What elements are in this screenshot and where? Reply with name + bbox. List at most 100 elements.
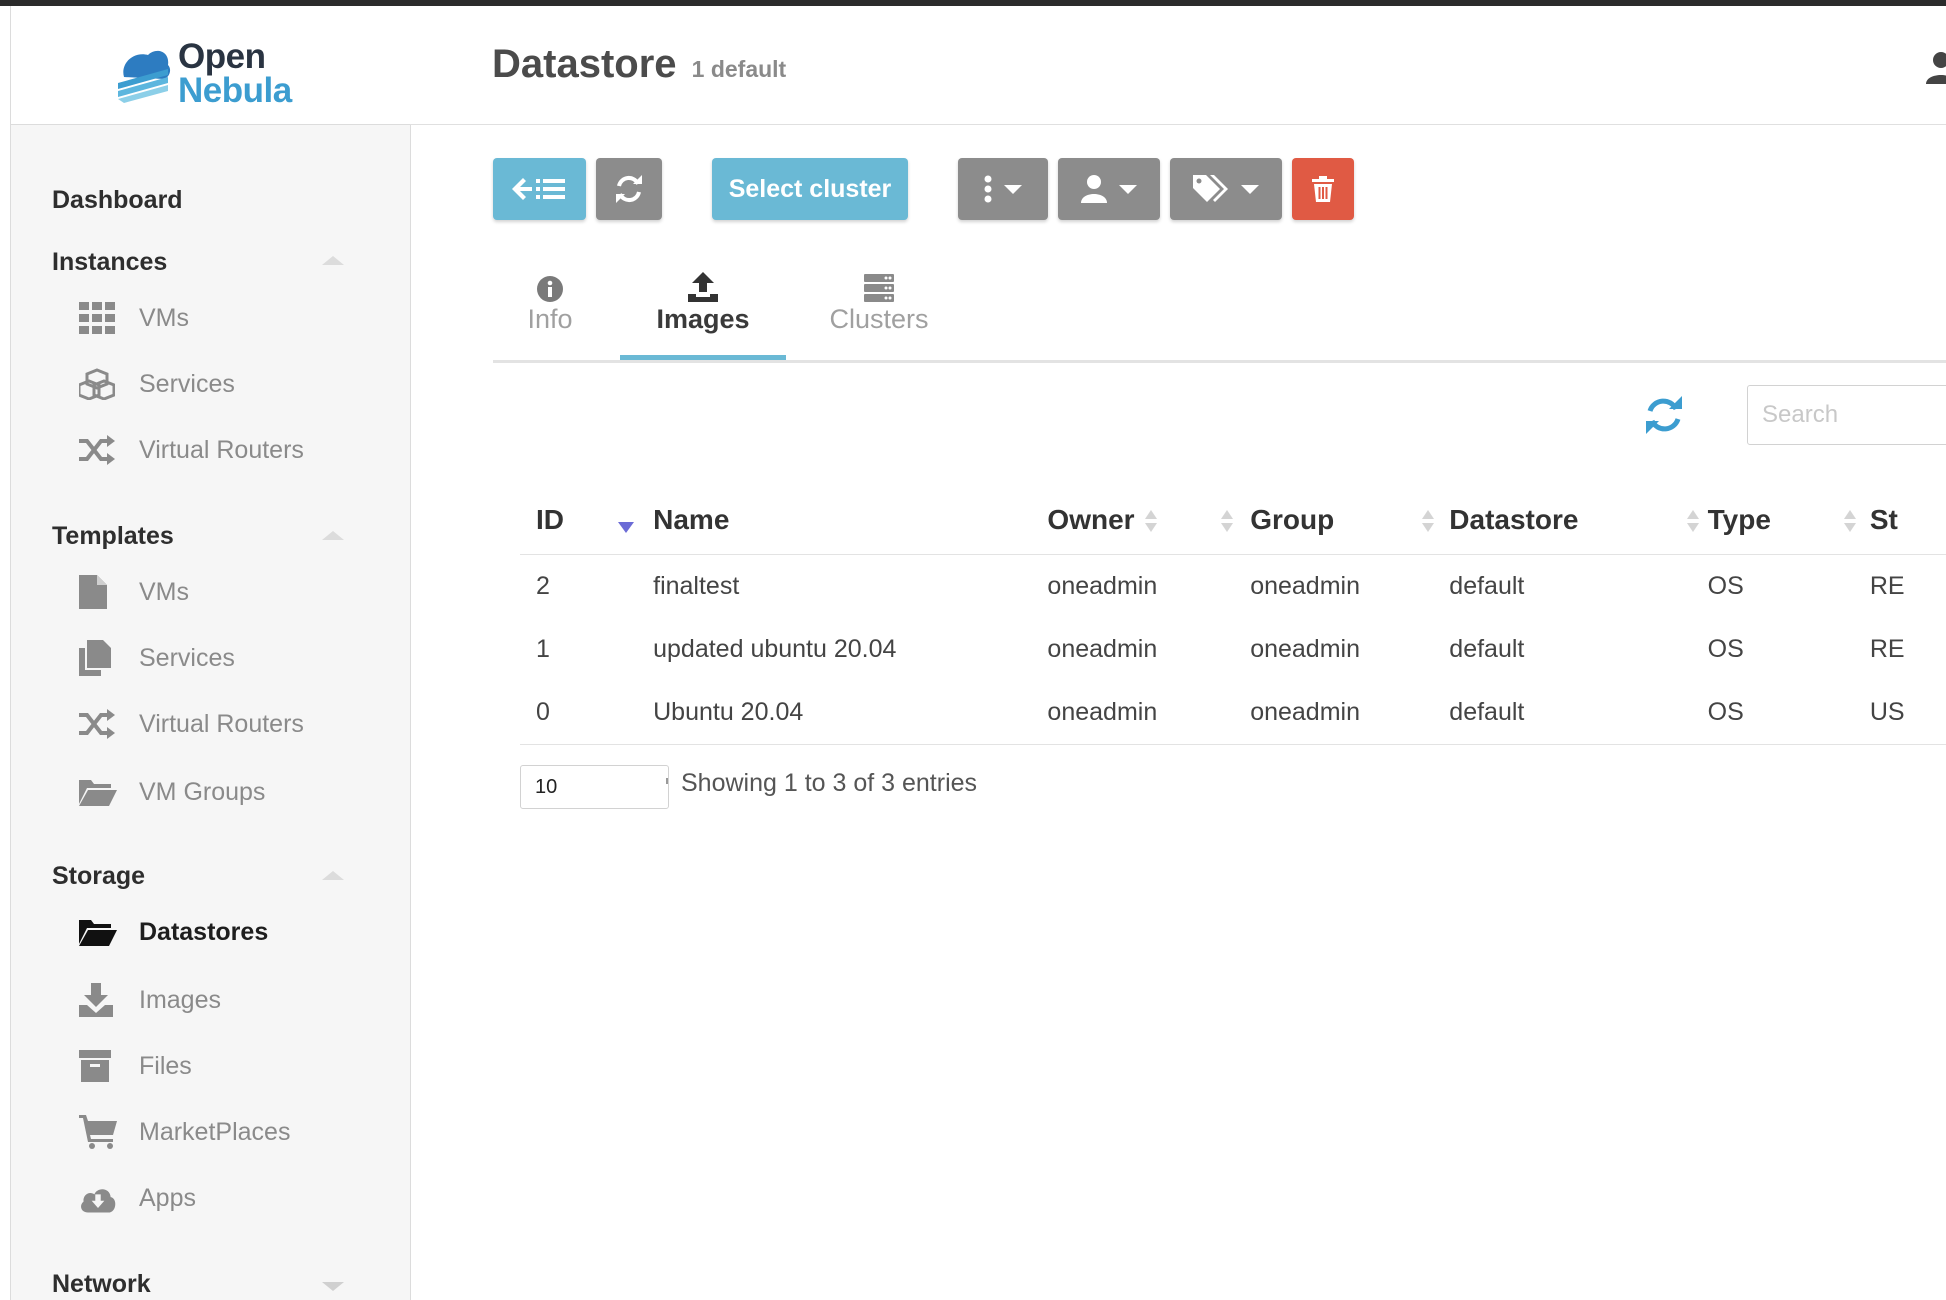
sidebar-item-label: Datastores bbox=[139, 917, 269, 946]
cell-status: US bbox=[1853, 681, 1946, 745]
chevron-down-icon bbox=[1004, 184, 1022, 194]
sidebar-item-instances-vms[interactable]: VMs bbox=[79, 298, 189, 338]
folder-open-icon bbox=[79, 915, 117, 949]
logo-area: Open Nebula bbox=[11, 6, 410, 125]
sidebar-item-label: Files bbox=[139, 1051, 192, 1080]
sidebar-item-dashboard[interactable]: Dashboard bbox=[52, 186, 183, 215]
refresh-icon bbox=[616, 175, 642, 203]
select-arrow-icon bbox=[666, 778, 668, 784]
tab-clusters[interactable]: Clusters bbox=[824, 270, 934, 360]
sidebar-item-datastores[interactable]: Datastores bbox=[79, 912, 268, 952]
sidebar-item-templates-vms[interactable]: VMs bbox=[79, 572, 189, 612]
collapse-instances-icon[interactable] bbox=[322, 256, 344, 265]
sort-icon bbox=[1221, 510, 1234, 534]
refresh-button[interactable] bbox=[596, 158, 662, 220]
sidebar-section-templates[interactable]: Templates bbox=[52, 522, 174, 551]
sidebar-section-instances[interactable]: Instances bbox=[52, 248, 167, 277]
cubes-icon bbox=[79, 367, 117, 401]
folder-open-icon bbox=[79, 775, 117, 809]
back-list-icon bbox=[511, 178, 565, 200]
sidebar-item-images[interactable]: Images bbox=[79, 980, 221, 1020]
logo-open-text: Open bbox=[178, 37, 266, 76]
sidebar-item-label: Services bbox=[139, 643, 235, 672]
tab-info[interactable]: Info bbox=[525, 270, 575, 360]
column-header-status[interactable]: St bbox=[1853, 486, 1946, 555]
sidebar-item-templates-virtual-routers[interactable]: Virtual Routers bbox=[79, 704, 304, 744]
files-icon bbox=[79, 640, 117, 676]
tab-info-label: Info bbox=[527, 304, 573, 334]
column-header-label: Name bbox=[653, 504, 730, 535]
cell-id: 0 bbox=[520, 681, 638, 745]
more-actions-dropdown[interactable] bbox=[958, 158, 1048, 220]
column-header-label: Datastore bbox=[1449, 504, 1579, 535]
column-header-datastore[interactable]: Datastore bbox=[1433, 486, 1700, 555]
expand-network-icon[interactable] bbox=[322, 1282, 344, 1291]
table-row[interactable]: 0 Ubuntu 20.04 oneadmin oneadmin default… bbox=[520, 681, 1946, 745]
cell-datastore: default bbox=[1449, 635, 1525, 663]
page-title-text: Datastore bbox=[492, 42, 677, 86]
cell-group: oneadmin bbox=[1250, 635, 1360, 663]
tags-icon bbox=[1193, 175, 1228, 202]
sidebar-item-templates-services[interactable]: Services bbox=[79, 638, 235, 678]
back-to-list-button[interactable] bbox=[493, 158, 586, 220]
cell-datastore: default bbox=[1449, 572, 1525, 600]
logo-nebula-text: Nebula bbox=[178, 71, 292, 110]
opennebula-logo[interactable]: Open Nebula bbox=[116, 37, 292, 110]
table-row[interactable]: 2 finaltest oneadmin oneadmin default OS… bbox=[520, 555, 1946, 619]
sidebar-item-label: Images bbox=[139, 985, 221, 1014]
sidebar-item-instances-virtual-routers[interactable]: Virtual Routers bbox=[79, 430, 304, 470]
column-header-owner[interactable]: Owner bbox=[1031, 486, 1235, 555]
cart-icon bbox=[79, 1115, 117, 1149]
sidebar-item-label: Services bbox=[139, 369, 235, 398]
sidebar-item-templates-vm-groups[interactable]: VM Groups bbox=[79, 772, 265, 812]
file-icon bbox=[79, 575, 117, 609]
search-input[interactable] bbox=[1747, 385, 1946, 445]
cell-type: OS bbox=[1691, 681, 1854, 745]
sidebar-item-apps[interactable]: Apps bbox=[79, 1178, 196, 1218]
table-refresh-icon[interactable] bbox=[1645, 396, 1683, 439]
sidebar-item-label: VMs bbox=[139, 303, 189, 332]
cell-group: oneadmin bbox=[1250, 572, 1360, 600]
sidebar-item-label: MarketPlaces bbox=[139, 1117, 291, 1146]
tab-images[interactable]: Images bbox=[656, 270, 750, 360]
change-owner-dropdown[interactable] bbox=[1058, 158, 1160, 220]
random-icon bbox=[79, 707, 117, 741]
cloud-download-icon bbox=[79, 1181, 117, 1215]
upload-icon bbox=[688, 270, 718, 302]
user-icon bbox=[1081, 175, 1107, 203]
column-header-id[interactable]: ID bbox=[520, 486, 638, 555]
sidebar-section-network[interactable]: Network bbox=[52, 1270, 151, 1299]
select-cluster-label: Select cluster bbox=[728, 174, 892, 203]
table-info-text: Showing 1 to 3 of 3 entries bbox=[681, 769, 978, 797]
column-header-group[interactable]: Group bbox=[1234, 486, 1435, 555]
sidebar-item-instances-services[interactable]: Services bbox=[79, 364, 235, 404]
cell-datastore: default bbox=[1433, 681, 1692, 745]
column-header-type[interactable]: Type bbox=[1691, 486, 1856, 555]
sidebar-item-label: VMs bbox=[139, 577, 189, 606]
ellipsis-v-icon bbox=[984, 175, 992, 203]
cell-group: oneadmin bbox=[1234, 681, 1434, 745]
trash-icon bbox=[1312, 176, 1334, 202]
collapse-templates-icon[interactable] bbox=[322, 531, 344, 540]
column-header-label: St bbox=[1869, 504, 1898, 535]
collapse-storage-icon[interactable] bbox=[322, 871, 344, 880]
column-header-label: Group bbox=[1250, 504, 1335, 535]
cell-owner: oneadmin bbox=[1047, 572, 1158, 600]
column-header-name[interactable]: Name bbox=[637, 486, 1158, 555]
sidebar-item-files[interactable]: Files bbox=[79, 1046, 192, 1086]
delete-button[interactable] bbox=[1292, 158, 1354, 220]
table-row[interactable]: 1 updated ubuntu 20.04 oneadmin oneadmin… bbox=[520, 618, 1946, 681]
sidebar-item-marketplaces[interactable]: MarketPlaces bbox=[79, 1112, 290, 1152]
archive-icon bbox=[79, 1049, 117, 1083]
sidebar-item-label: Apps bbox=[139, 1183, 196, 1212]
grid-icon bbox=[79, 301, 117, 335]
sidebar-section-storage[interactable]: Storage bbox=[52, 862, 145, 891]
page-length-select[interactable]: 10 bbox=[520, 765, 669, 809]
cell-type: OS bbox=[1707, 635, 1744, 663]
active-tab-indicator bbox=[620, 355, 786, 360]
select-cluster-button[interactable]: Select cluster bbox=[712, 158, 908, 220]
cell-owner: oneadmin bbox=[1047, 635, 1158, 663]
cell-owner: oneadmin bbox=[1031, 681, 1235, 745]
labels-dropdown[interactable] bbox=[1170, 158, 1282, 220]
user-menu-icon[interactable] bbox=[1926, 52, 1946, 89]
